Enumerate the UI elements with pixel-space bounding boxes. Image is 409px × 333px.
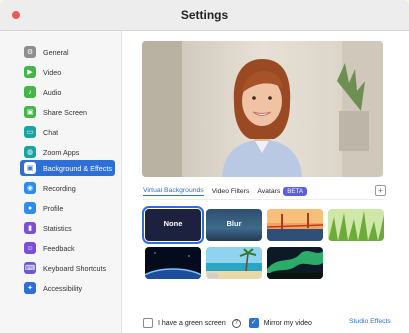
sidebar-item-label: Video <box>43 67 62 77</box>
tab-avatars[interactable]: Avatars <box>257 188 280 195</box>
info-icon[interactable]: ? <box>231 318 241 328</box>
gear-icon: ⚙ <box>24 46 36 58</box>
mirror-video-label: Mirror my video <box>263 319 312 327</box>
headphones-icon: ♪ <box>24 86 36 98</box>
beach-image <box>206 247 262 279</box>
background-beach-tile[interactable] <box>206 247 262 279</box>
title-bar: Settings <box>0 0 409 31</box>
share-screen-icon: ▣ <box>24 106 36 118</box>
window-title: Settings <box>180 8 229 22</box>
sidebar-item-audio[interactable]: ♪ Audio <box>20 84 115 100</box>
background-none-tile[interactable]: None <box>142 206 204 244</box>
keyboard-icon: ⌨ <box>24 262 36 274</box>
green-screen-checkbox[interactable] <box>143 318 153 328</box>
sidebar-item-label: Feedback <box>43 243 75 253</box>
background-aurora-tile[interactable] <box>267 247 323 279</box>
sidebar-item-label: General <box>43 47 69 57</box>
background-grass-tile[interactable] <box>328 209 384 241</box>
apps-icon: ◍ <box>24 146 36 158</box>
aurora-image <box>267 247 323 279</box>
sidebar-item-label: Profile <box>43 203 64 213</box>
sidebar-item-label: Background & Effects <box>43 163 112 173</box>
sidebar-item-zoom-apps[interactable]: ◍ Zoom Apps <box>20 144 115 160</box>
tile-label-blur: Blur <box>226 219 242 228</box>
background-golden-gate-tile[interactable] <box>267 209 323 241</box>
feedback-icon: ☺ <box>24 242 36 254</box>
sidebar-item-video[interactable]: ▶ Video <box>20 64 115 80</box>
green-screen-label: I have a green screen <box>158 319 226 327</box>
tab-virtual-backgrounds[interactable]: Virtual Backgrounds <box>143 187 204 196</box>
sidebar-item-label: Statistics <box>43 223 72 233</box>
sidebar-item-general[interactable]: ⚙ General <box>20 44 115 60</box>
settings-window: Settings ⚙ General ▶ Video ♪ Audio ▣ Sha… <box>0 0 409 333</box>
mirror-video-checkbox[interactable]: ✓ <box>248 318 259 328</box>
sidebar-item-label: Audio <box>43 87 62 97</box>
bar-chart-icon: ▮ <box>24 222 36 234</box>
webcam-image <box>142 41 383 177</box>
divider <box>143 199 384 200</box>
sidebar-item-label: Share Screen <box>43 107 87 117</box>
earth-from-space-image <box>145 247 201 279</box>
tab-video-filters[interactable]: Video Filters <box>212 188 250 195</box>
sidebar-item-statistics[interactable]: ▮ Statistics <box>20 220 115 236</box>
sidebar-item-keyboard-shortcuts[interactable]: ⌨ Keyboard Shortcuts <box>20 260 115 276</box>
settings-footer: I have a green screen ? ✓ Mirror my vide… <box>143 318 312 328</box>
tile-label-none: None <box>163 219 183 228</box>
sidebar-item-background-effects[interactable]: ▣ Background & Effects <box>20 160 115 176</box>
video-preview <box>142 41 383 177</box>
chat-bubble-icon: ▭ <box>24 126 36 138</box>
background-icon: ▣ <box>24 162 36 174</box>
sidebar-item-profile[interactable]: ● Profile <box>20 200 115 216</box>
sidebar-item-share-screen[interactable]: ▣ Share Screen <box>20 104 115 120</box>
sidebar-item-label: Accessibility <box>43 283 83 293</box>
background-tabs: Virtual Backgrounds Video Filters Avatar… <box>143 184 307 198</box>
sidebar-item-label: Chat <box>43 127 59 137</box>
grass-image <box>328 209 384 241</box>
accessibility-icon: ✦ <box>24 282 36 294</box>
sidebar-item-chat[interactable]: ▭ Chat <box>20 124 115 140</box>
sidebar-item-accessibility[interactable]: ✦ Accessibility <box>20 280 115 296</box>
video-camera-icon: ▶ <box>24 66 36 78</box>
studio-effects-link[interactable]: Studio Effects <box>349 318 391 325</box>
sidebar-item-label: Recording <box>43 183 76 193</box>
record-icon: ◉ <box>24 182 36 194</box>
background-earth-tile[interactable] <box>145 247 201 279</box>
sidebar-item-feedback[interactable]: ☺ Feedback <box>20 240 115 256</box>
person-icon: ● <box>24 202 36 214</box>
beta-badge: BETA <box>283 186 307 196</box>
sidebar-item-label: Keyboard Shortcuts <box>43 263 107 273</box>
background-blur-tile[interactable]: Blur <box>206 209 262 241</box>
sidebar-item-label: Zoom Apps <box>43 147 80 157</box>
settings-sidebar: ⚙ General ▶ Video ♪ Audio ▣ Share Screen… <box>0 31 122 333</box>
golden-gate-image <box>267 209 323 241</box>
add-background-button[interactable]: + <box>375 185 386 196</box>
sidebar-item-recording[interactable]: ◉ Recording <box>20 180 115 196</box>
